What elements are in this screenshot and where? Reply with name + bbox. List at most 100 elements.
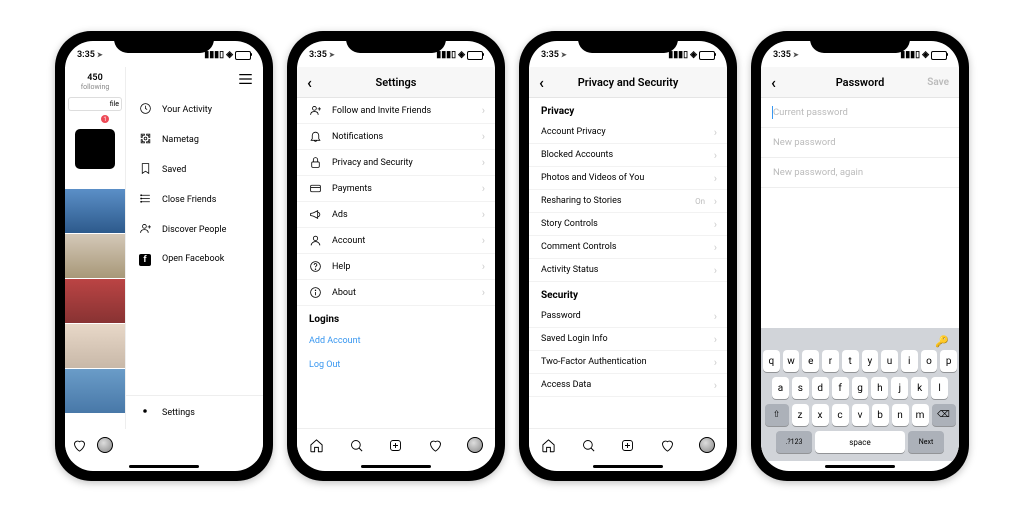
key-n[interactable]: n xyxy=(892,404,909,426)
key-l[interactable]: l xyxy=(931,377,948,399)
key-t[interactable]: t xyxy=(842,350,859,372)
keyboard-row-3: ⇧zxcvbnm⌫ xyxy=(763,404,957,426)
tab-bar xyxy=(297,428,495,461)
key-space[interactable]: space xyxy=(815,431,905,453)
row-about[interactable]: About› xyxy=(297,280,495,306)
add-post-icon[interactable] xyxy=(620,437,636,453)
heart-icon[interactable] xyxy=(428,437,444,453)
current-password-input[interactable]: Current password xyxy=(761,98,959,128)
row-story-controls[interactable]: Story Controls› xyxy=(529,213,727,236)
key-icon[interactable]: 🔑 xyxy=(935,335,949,348)
menu-discover-people[interactable]: Discover People xyxy=(126,215,263,245)
row-two-factor[interactable]: Two-Factor Authentication› xyxy=(529,351,727,374)
bell-icon xyxy=(309,130,322,143)
menu-close-friends[interactable]: Close Friends xyxy=(126,185,263,215)
home-indicator[interactable] xyxy=(761,461,959,471)
avatar-icon[interactable] xyxy=(97,437,113,453)
account-icon xyxy=(309,234,322,247)
key-k[interactable]: k xyxy=(911,377,928,399)
row-comment-controls[interactable]: Comment Controls› xyxy=(529,236,727,259)
row-resharing-stories[interactable]: Resharing to StoriesOn› xyxy=(529,190,727,213)
row-account[interactable]: Account› xyxy=(297,228,495,254)
key-d[interactable]: d xyxy=(812,377,829,399)
key-w[interactable]: w xyxy=(783,350,800,372)
row-privacy-security[interactable]: Privacy and Security› xyxy=(297,150,495,176)
menu-nametag[interactable]: Nametag xyxy=(126,125,263,155)
row-ads[interactable]: Ads› xyxy=(297,202,495,228)
heart-icon[interactable] xyxy=(71,437,87,453)
photo-thumb[interactable] xyxy=(65,279,125,323)
back-button[interactable]: ‹ xyxy=(771,73,776,92)
home-icon[interactable] xyxy=(309,437,325,453)
menu-settings[interactable]: Settings xyxy=(126,395,263,429)
avatar-icon[interactable] xyxy=(467,437,483,453)
key-q[interactable]: q xyxy=(763,350,780,372)
row-blocked-accounts[interactable]: Blocked Accounts› xyxy=(529,144,727,167)
menu-saved[interactable]: Saved xyxy=(126,155,263,185)
home-indicator[interactable] xyxy=(65,461,263,471)
search-icon[interactable] xyxy=(348,437,364,453)
back-button[interactable]: ‹ xyxy=(539,73,544,92)
add-account-link[interactable]: Add Account xyxy=(297,329,495,353)
key-j[interactable]: j xyxy=(891,377,908,399)
row-photos-videos[interactable]: Photos and Videos of You› xyxy=(529,167,727,190)
photo-thumb[interactable] xyxy=(65,234,125,278)
row-account-privacy[interactable]: Account Privacy› xyxy=(529,121,727,144)
key-u[interactable]: u xyxy=(881,350,898,372)
log-out-link[interactable]: Log Out xyxy=(297,353,495,377)
key-y[interactable]: y xyxy=(862,350,879,372)
back-button[interactable]: ‹ xyxy=(307,73,312,92)
key-a[interactable]: a xyxy=(772,377,789,399)
hamburger-icon[interactable] xyxy=(126,67,263,95)
row-saved-login[interactable]: Saved Login Info› xyxy=(529,328,727,351)
key-backspace[interactable]: ⌫ xyxy=(932,404,956,426)
key-m[interactable]: m xyxy=(912,404,929,426)
key-e[interactable]: e xyxy=(802,350,819,372)
new-password-input[interactable]: New password xyxy=(761,128,959,158)
home-icon[interactable] xyxy=(541,437,557,453)
key-h[interactable]: h xyxy=(871,377,888,399)
photo-thumb[interactable] xyxy=(65,369,125,413)
new-password-again-input[interactable]: New password, again xyxy=(761,158,959,188)
menu-your-activity[interactable]: Your Activity xyxy=(126,95,263,125)
photo-thumb[interactable] xyxy=(65,324,125,368)
tagged-tab[interactable]: 1 xyxy=(65,113,125,189)
key-b[interactable]: b xyxy=(872,404,889,426)
row-activity-status[interactable]: Activity Status› xyxy=(529,259,727,282)
key-v[interactable]: v xyxy=(852,404,869,426)
activity-icon xyxy=(138,102,152,118)
key-z[interactable]: z xyxy=(792,404,809,426)
key-next[interactable]: Next xyxy=(908,431,944,453)
edit-profile-button[interactable]: file xyxy=(68,97,122,111)
key-shift[interactable]: ⇧ xyxy=(765,404,789,426)
home-indicator[interactable] xyxy=(529,461,727,471)
avatar-icon[interactable] xyxy=(699,437,715,453)
search-icon[interactable] xyxy=(580,437,596,453)
photo-grid[interactable] xyxy=(65,189,125,429)
key-s[interactable]: s xyxy=(792,377,809,399)
photo-thumb[interactable] xyxy=(65,189,125,233)
key-x[interactable]: x xyxy=(812,404,829,426)
nametag-icon xyxy=(138,132,152,148)
key-p[interactable]: p xyxy=(940,350,957,372)
heart-icon[interactable] xyxy=(660,437,676,453)
key-i[interactable]: i xyxy=(901,350,918,372)
home-indicator[interactable] xyxy=(297,461,495,471)
key-numeric[interactable]: .?123 xyxy=(776,431,812,453)
key-g[interactable]: g xyxy=(852,377,869,399)
menu-open-facebook[interactable]: f Open Facebook xyxy=(126,245,263,273)
row-help[interactable]: Help› xyxy=(297,254,495,280)
row-payments[interactable]: Payments› xyxy=(297,176,495,202)
key-o[interactable]: o xyxy=(921,350,938,372)
key-f[interactable]: f xyxy=(832,377,849,399)
key-c[interactable]: c xyxy=(832,404,849,426)
row-follow-invite[interactable]: Follow and Invite Friends› xyxy=(297,98,495,124)
row-access-data[interactable]: Access Data› xyxy=(529,374,727,397)
key-r[interactable]: r xyxy=(822,350,839,372)
signal-icon: ▮▮▮▯ xyxy=(204,50,224,60)
add-post-icon[interactable] xyxy=(388,437,404,453)
following-stat[interactable]: 450 following xyxy=(65,67,125,95)
row-password[interactable]: Password› xyxy=(529,305,727,328)
row-notifications[interactable]: Notifications› xyxy=(297,124,495,150)
save-button[interactable]: Save xyxy=(927,77,949,88)
